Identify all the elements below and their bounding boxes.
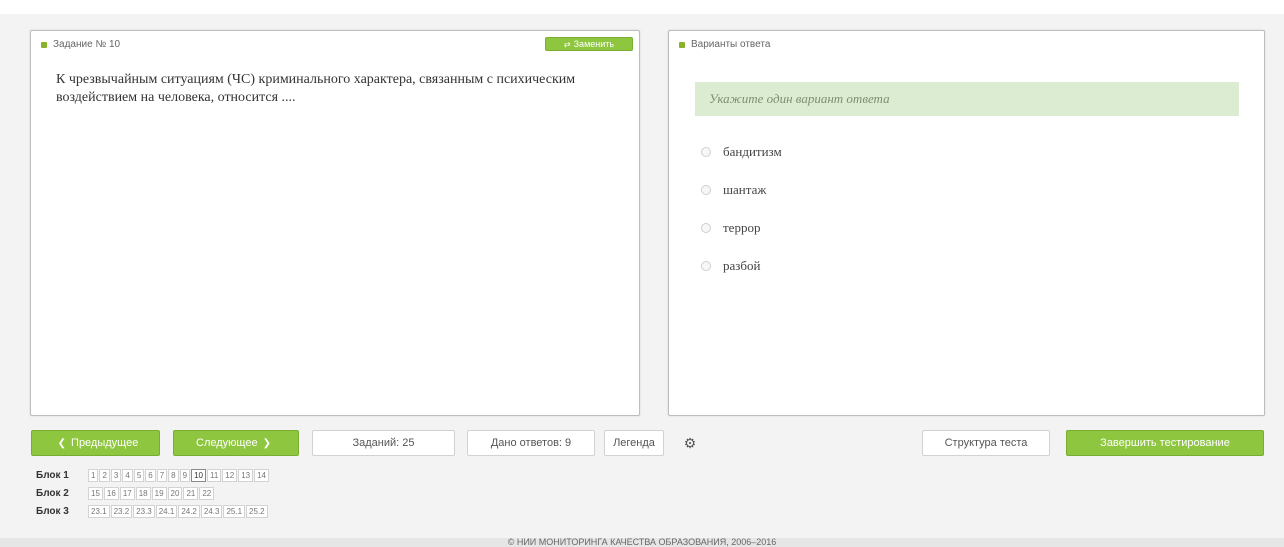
task-link[interactable]: 7 (156, 468, 168, 482)
answers-title: Варианты ответа (691, 39, 771, 50)
radio-button[interactable] (701, 261, 711, 271)
block-cells: 23.1 23.2 23.3 24.1 24.2 24.3 25.1 25.2 (88, 504, 269, 518)
task-link[interactable]: 23.1 (88, 504, 110, 518)
task-link[interactable]: 16 (103, 486, 119, 500)
task-link[interactable]: 25.1 (223, 504, 246, 518)
question-text: К чрезвычайным ситуациям (ЧС) криминальн… (56, 72, 576, 105)
task-link[interactable]: 2 (99, 468, 110, 482)
answer-option[interactable]: бандитизм (701, 133, 782, 171)
task-link[interactable]: 12 (222, 468, 238, 482)
task-link[interactable]: 22 (199, 486, 215, 500)
block-row-2: Блок 2 15 16 17 18 19 20 21 22 (36, 484, 270, 502)
task-link[interactable]: 24.2 (178, 504, 200, 518)
task-blocks: Блок 1 1 2 3 4 5 6 7 8 9 10 11 12 13 14 … (36, 466, 270, 520)
task-link[interactable]: 19 (151, 486, 167, 500)
chevron-left-icon: ❮ (57, 437, 67, 449)
next-button[interactable]: Следующее ❯ (173, 430, 299, 456)
answer-option-label: разбой (723, 258, 761, 273)
block-row-3: Блок 3 23.1 23.2 23.3 24.1 24.2 24.3 25.… (36, 502, 270, 520)
answer-option[interactable]: шантаж (701, 171, 782, 209)
answered-count: Дано ответов: 9 (467, 430, 595, 456)
answer-option-label: террор (723, 220, 761, 235)
block-label: Блок 2 (36, 487, 69, 499)
task-link[interactable]: 13 (238, 468, 254, 482)
task-panel-header: Задание № 10 (41, 39, 120, 50)
task-link[interactable]: 23.3 (133, 504, 155, 518)
task-link[interactable]: 25.2 (246, 504, 268, 518)
task-link[interactable]: 15 (88, 486, 103, 500)
block-label: Блок 3 (36, 505, 69, 517)
previous-button[interactable]: ❮ Предыдущее (31, 430, 160, 456)
radio-button[interactable] (701, 223, 711, 233)
task-link[interactable]: 17 (119, 486, 135, 500)
replace-button[interactable]: ⇄ Заменить (545, 37, 633, 51)
block-label: Блок 1 (36, 469, 69, 481)
task-link[interactable]: 24.3 (200, 504, 223, 518)
test-structure-button[interactable]: Структура теста (922, 430, 1050, 456)
legend-button[interactable]: Легенда (604, 430, 664, 456)
replace-button-label: Заменить (573, 39, 615, 49)
radio-button[interactable] (701, 185, 711, 195)
task-link[interactable]: 14 (254, 468, 270, 482)
task-link[interactable]: 1 (88, 468, 99, 482)
answers-panel-header: Варианты ответа (679, 39, 770, 50)
block-cells: 15 16 17 18 19 20 21 22 (88, 486, 215, 500)
radio-button[interactable] (701, 147, 711, 157)
top-strip (0, 0, 1284, 14)
task-link[interactable]: 8 (168, 468, 179, 482)
finish-test-button[interactable]: Завершить тестирование (1066, 430, 1264, 456)
task-link[interactable]: 9 (179, 468, 191, 482)
footer-copyright: © НИИ МОНИТОРИНГА КАЧЕСТВА ОБРАЗОВАНИЯ, … (0, 538, 1284, 547)
answers-panel: Варианты ответа Укажите один вариант отв… (668, 30, 1265, 416)
bullet-icon (41, 41, 47, 48)
answer-options: бандитизм шантаж террор разбой (701, 133, 782, 285)
task-panel: Задание № 10 ⇄ Заменить К чрезвычайным с… (30, 30, 640, 416)
task-link[interactable]: 4 (122, 468, 133, 482)
next-button-label: Следующее (196, 437, 258, 449)
task-link[interactable]: 5 (133, 468, 145, 482)
tasks-count: Заданий: 25 (312, 430, 455, 456)
answer-option[interactable]: разбой (701, 247, 782, 285)
task-link-current[interactable]: 10 (191, 468, 206, 482)
task-link[interactable]: 6 (145, 468, 156, 482)
answer-option[interactable]: террор (701, 209, 782, 247)
task-link[interactable]: 24.1 (155, 504, 178, 518)
task-link[interactable]: 11 (206, 468, 222, 482)
navigation-toolbar: ❮ Предыдущее Следующее ❯ Заданий: 25 Дан… (0, 430, 1284, 456)
block-row-1: Блок 1 1 2 3 4 5 6 7 8 9 10 11 12 13 14 (36, 466, 270, 484)
task-link[interactable]: 21 (183, 486, 199, 500)
swap-icon: ⇄ (563, 39, 571, 49)
task-link[interactable]: 23.2 (110, 504, 133, 518)
task-number: Задание № 10 (53, 39, 121, 50)
task-link[interactable]: 18 (135, 486, 151, 500)
previous-button-label: Предыдущее (71, 437, 139, 449)
bullet-icon (679, 41, 685, 48)
block-cells: 1 2 3 4 5 6 7 8 9 10 11 12 13 14 (88, 468, 270, 482)
answer-option-label: бандитизм (723, 144, 782, 159)
settings-icon[interactable]: ⚙ (677, 430, 703, 456)
instruction-banner: Укажите один вариант ответа (695, 82, 1239, 116)
answer-option-label: шантаж (723, 182, 767, 197)
task-link[interactable]: 20 (167, 486, 183, 500)
task-link[interactable]: 3 (110, 468, 122, 482)
chevron-right-icon: ❯ (262, 437, 271, 449)
